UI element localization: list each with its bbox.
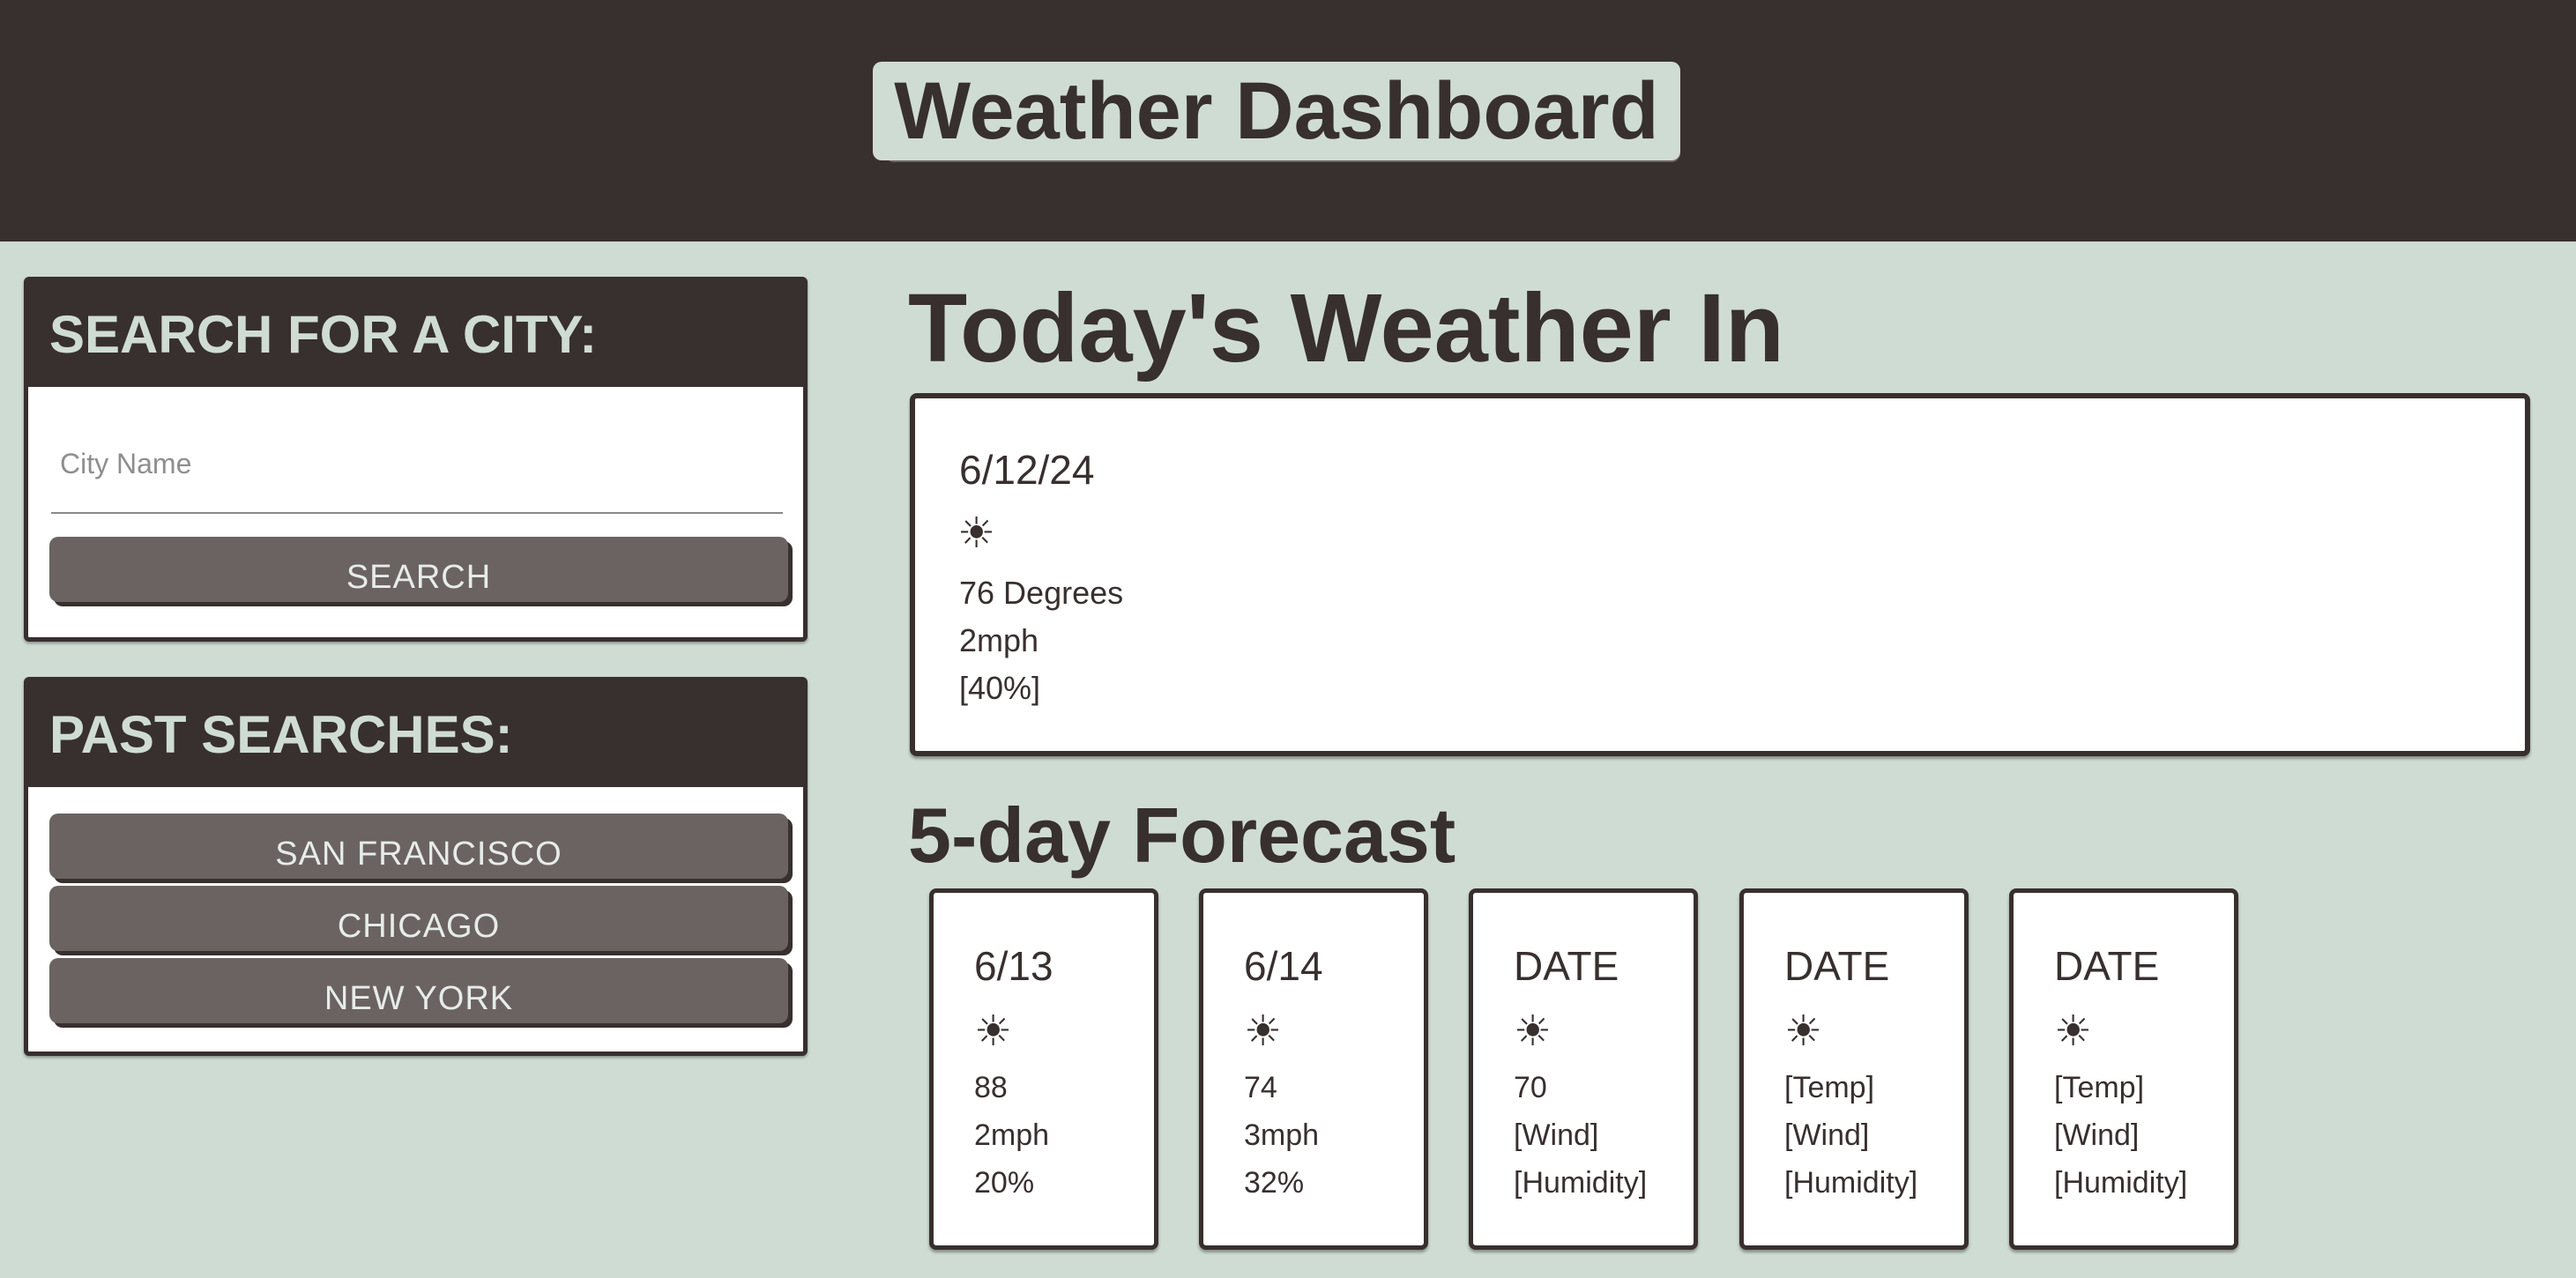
today-weather-heading: Today's Weather In — [908, 274, 1784, 383]
sun-icon: ☀ — [1784, 1008, 1823, 1055]
forecast-card: 6/14 ☀ 74 3mph 32% — [1199, 888, 1428, 1250]
forecast-heading: 5-day Forecast — [908, 791, 1456, 879]
forecast-humidity: [Humidity] — [2054, 1166, 2188, 1200]
forecast-temperature: 88 — [974, 1071, 1008, 1104]
forecast-wind: [Wind] — [1784, 1118, 1870, 1152]
forecast-temperature: 74 — [1244, 1071, 1277, 1104]
forecast-date: DATE — [2054, 943, 2160, 989]
search-panel-heading: SEARCH FOR A CITY: — [28, 281, 803, 387]
today-temperature: 76 Degrees — [959, 575, 1124, 611]
forecast-wind: 3mph — [1244, 1118, 1320, 1152]
past-searches-heading: PAST SEARCHES: — [28, 681, 803, 787]
search-panel: SEARCH FOR A CITY: SEARCH — [24, 277, 808, 642]
today-weather-card: 6/12/24 ☀ 76 Degrees 2mph [40%] — [910, 393, 2530, 756]
forecast-card: DATE ☀ 70 [Wind] [Humidity] — [1469, 888, 1698, 1250]
sun-icon: ☀ — [2054, 1008, 2093, 1055]
forecast-date: DATE — [1514, 943, 1619, 989]
page-title: Weather Dashboard — [873, 62, 1680, 160]
forecast-humidity: [Humidity] — [1514, 1166, 1648, 1200]
forecast-card: DATE ☀ [Temp] [Wind] [Humidity] — [1739, 888, 1969, 1250]
forecast-wind: [Wind] — [2054, 1118, 2140, 1152]
sun-icon: ☀ — [957, 510, 996, 557]
forecast-wind: [Wind] — [1514, 1118, 1599, 1152]
today-wind: 2mph — [959, 622, 1039, 658]
forecast-temperature: [Temp] — [2054, 1071, 2145, 1104]
forecast-temperature: 70 — [1514, 1071, 1547, 1104]
city-name-input[interactable] — [51, 405, 783, 514]
search-button[interactable]: SEARCH — [49, 537, 788, 602]
sun-icon: ☀ — [974, 1008, 1013, 1055]
past-search-button-chicago[interactable]: CHICAGO — [49, 886, 788, 951]
forecast-humidity: [Humidity] — [1784, 1166, 1918, 1200]
forecast-humidity: 20% — [974, 1166, 1035, 1200]
forecast-date: 6/13 — [974, 943, 1053, 989]
today-humidity: [40%] — [959, 670, 1041, 706]
forecast-card: DATE ☀ [Temp] [Wind] [Humidity] — [2009, 888, 2238, 1250]
header-bar: Weather Dashboard — [0, 0, 2576, 241]
past-search-button-new-york[interactable]: NEW YORK — [49, 958, 788, 1023]
forecast-temperature: [Temp] — [1784, 1071, 1875, 1104]
forecast-date: 6/14 — [1244, 943, 1323, 989]
past-search-button-san-francisco[interactable]: SAN FRANCISCO — [49, 814, 788, 879]
today-date: 6/12/24 — [959, 447, 1095, 493]
forecast-humidity: 32% — [1244, 1166, 1305, 1200]
forecast-wind: 2mph — [974, 1118, 1050, 1152]
past-searches-panel: PAST SEARCHES: SAN FRANCISCO CHICAGO NEW… — [24, 677, 808, 1056]
sun-icon: ☀ — [1514, 1008, 1552, 1055]
title-container: Weather Dashboard — [873, 62, 1680, 162]
forecast-card: 6/13 ☀ 88 2mph 20% — [929, 888, 1158, 1250]
sun-icon: ☀ — [1244, 1008, 1283, 1055]
forecast-date: DATE — [1784, 943, 1890, 989]
